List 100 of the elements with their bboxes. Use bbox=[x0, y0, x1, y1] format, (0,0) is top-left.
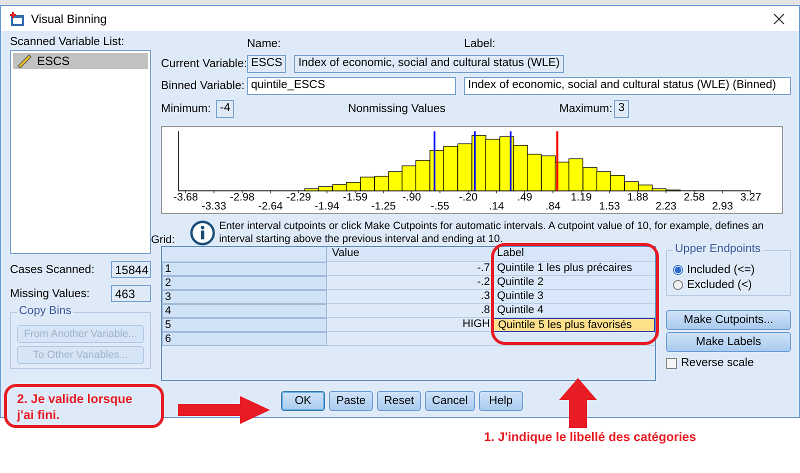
radio-label: Excluded (<) bbox=[687, 279, 752, 291]
row-header[interactable]: 4 bbox=[162, 304, 327, 318]
column-header: Value bbox=[327, 247, 492, 262]
radio-label: Included (<=) bbox=[687, 264, 755, 276]
side-button[interactable]: Make Labels bbox=[666, 332, 791, 352]
axis-tick-label: -1.25 bbox=[371, 200, 396, 213]
annotation-text: 1. J'indique le libellé des catégories bbox=[484, 430, 696, 444]
info-text: Enter interval cutpoints or click Make Cutpoints for automatic intervals. A cutpoint value of 10, for example, defines an interval starting above the previous interval and ending at 10. bbox=[219, 220, 765, 244]
cutpoint-line[interactable] bbox=[474, 131, 476, 191]
label-cell[interactable]: Quintile 4 bbox=[492, 304, 655, 318]
label-cell[interactable]: Quintile 5 les plus favorisés bbox=[492, 318, 655, 332]
axis-tick-label: -3.68 bbox=[173, 191, 198, 204]
axis-tick-label: 1.88 bbox=[627, 191, 648, 204]
axis-tick-label: -.20 bbox=[458, 191, 478, 204]
info-icon bbox=[190, 220, 216, 246]
histogram-bar bbox=[513, 145, 528, 192]
cutpoint-line[interactable] bbox=[510, 131, 512, 191]
radio-button[interactable] bbox=[673, 265, 683, 275]
checkbox[interactable] bbox=[666, 358, 677, 368]
close-icon[interactable] bbox=[773, 12, 785, 24]
label-header: Label: bbox=[464, 38, 496, 50]
histogram-bar bbox=[388, 171, 403, 192]
histogram-bar bbox=[415, 160, 430, 192]
binned-variable-label: Binned Variable: bbox=[161, 80, 246, 92]
label-cell[interactable]: Quintile 2 bbox=[492, 276, 655, 290]
axis-tick-label: 2.93 bbox=[712, 200, 733, 213]
maximum-label: Maximum: bbox=[559, 102, 614, 114]
maximum-field: 3 bbox=[614, 100, 629, 118]
axis-tick-label: -2.98 bbox=[230, 191, 255, 204]
minimum-field: -4 bbox=[216, 100, 234, 118]
histogram-bar bbox=[374, 176, 389, 192]
grid-label: Grid: bbox=[151, 234, 176, 246]
checkbox-label: Reverse scale bbox=[681, 357, 754, 369]
axis-tick-label: -2.29 bbox=[286, 191, 312, 204]
histogram-bar bbox=[443, 146, 458, 192]
axis-tick-label: 1.53 bbox=[598, 200, 620, 213]
missing-values-field: 463 bbox=[111, 285, 151, 302]
value-cell[interactable]: -.7 bbox=[327, 262, 492, 276]
arrow-icon bbox=[559, 378, 597, 428]
value-cell[interactable]: -.2 bbox=[327, 276, 492, 290]
histogram-bar bbox=[472, 135, 486, 192]
axis-tick-label: 1.19 bbox=[570, 191, 592, 204]
label-cell[interactable]: Quintile 1 les plus précaires bbox=[492, 262, 655, 276]
side-button[interactable]: Make Cutpoints... bbox=[666, 310, 791, 330]
current-variable-label: Current Variable: bbox=[161, 58, 247, 70]
dialog-button[interactable]: Help bbox=[478, 391, 523, 411]
histogram-bar bbox=[582, 167, 598, 192]
dialog-button[interactable]: Cancel bbox=[425, 391, 475, 411]
current-name-field: ESCS bbox=[247, 54, 286, 72]
value-cell[interactable]: .3 bbox=[327, 290, 492, 304]
axis-tick-label: .84 bbox=[545, 200, 560, 213]
axis-tick-label: -.90 bbox=[402, 191, 422, 204]
dialog-button[interactable]: OK bbox=[281, 391, 325, 411]
row-header[interactable]: 3 bbox=[162, 290, 327, 304]
dialog-button[interactable]: Reset bbox=[377, 391, 422, 411]
value-cell[interactable]: HIGH bbox=[327, 318, 492, 332]
axis-tick-label: -2.64 bbox=[258, 200, 283, 213]
row-header[interactable]: 5 bbox=[162, 318, 327, 332]
current-label-field: Index of economic, social and cultural status (WLE) bbox=[294, 54, 564, 72]
variable-listbox[interactable]: ESCS bbox=[10, 50, 151, 254]
histogram-bar bbox=[457, 143, 472, 192]
histogram-bar bbox=[596, 171, 612, 192]
column-header: Label bbox=[492, 247, 655, 262]
binned-name-field[interactable]: quintile_ESCS bbox=[247, 76, 456, 94]
axis-tick-label: -.55 bbox=[430, 200, 450, 213]
cases-scanned-label: Cases Scanned: bbox=[10, 264, 94, 276]
window-title: Visual Binning bbox=[31, 12, 108, 26]
histogram-bar bbox=[568, 158, 584, 192]
name-header: Name: bbox=[247, 38, 282, 50]
row-header[interactable]: 6 bbox=[162, 332, 327, 346]
histogram-bar bbox=[526, 154, 542, 192]
binned-label-field[interactable]: Index of economic, social and cultural status (WLE) (Binned) bbox=[464, 76, 791, 94]
annotation-text: 2. Je valide lorsque j'ai fini. bbox=[17, 392, 132, 422]
group-title: Copy Bins bbox=[17, 305, 74, 317]
axis-tick-label: 3.27 bbox=[740, 191, 762, 204]
axis-tick-label: -3.33 bbox=[202, 200, 226, 213]
row-header[interactable]: 1 bbox=[162, 262, 327, 276]
minimum-label: Minimum: bbox=[161, 102, 212, 114]
row-header[interactable]: 2 bbox=[162, 276, 327, 290]
histogram-bar bbox=[402, 166, 416, 192]
nonmissing-label: Nonmissing Values bbox=[346, 102, 447, 114]
radio-button[interactable] bbox=[673, 280, 683, 290]
axis-tick-label: 2.58 bbox=[684, 191, 705, 204]
list-label: Scanned Variable List: bbox=[10, 36, 126, 48]
histogram-bar bbox=[541, 156, 556, 192]
dialog-button[interactable]: Paste bbox=[329, 391, 373, 411]
ruler-icon bbox=[16, 54, 32, 68]
arrow-icon bbox=[178, 396, 270, 424]
app-icon bbox=[9, 10, 25, 26]
missing-values-label: Missing Values: bbox=[10, 288, 90, 300]
variable-item[interactable]: ESCS bbox=[13, 53, 148, 69]
axis-tick-label: .14 bbox=[488, 200, 504, 213]
cases-scanned-field: 15844 bbox=[111, 261, 151, 278]
group-title: Upper Endpoints bbox=[673, 243, 763, 255]
histogram-bar bbox=[485, 138, 500, 192]
histogram-bar bbox=[500, 136, 514, 192]
axis-tick-label: 2.23 bbox=[655, 200, 676, 213]
label-cell[interactable]: Quintile 3 bbox=[492, 290, 655, 304]
value-cell[interactable]: .8 bbox=[327, 304, 492, 318]
axis-tick-label: -1.59 bbox=[342, 191, 368, 204]
